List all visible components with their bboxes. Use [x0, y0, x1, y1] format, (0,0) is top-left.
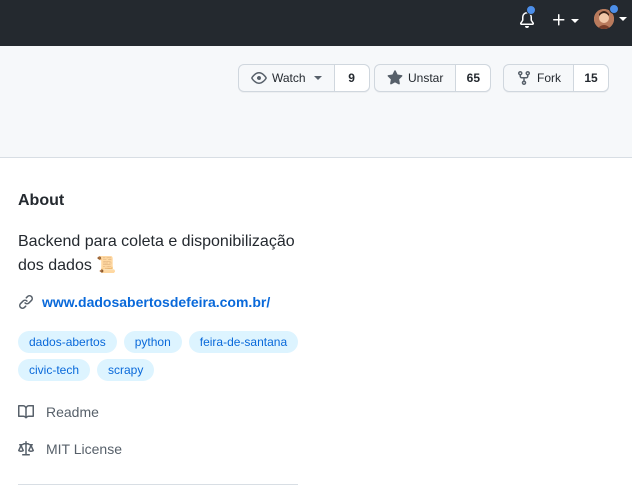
user-menu-button[interactable]	[594, 4, 628, 32]
star-button-group: Unstar 65	[374, 64, 492, 92]
chevron-down-icon	[571, 19, 579, 23]
watch-button-group: Watch 9	[238, 64, 370, 92]
repo-description: Backend para coleta e disponibilização d…	[18, 233, 295, 274]
scale-icon	[18, 441, 34, 456]
fork-label: Fork	[537, 71, 561, 85]
user-status-indicator	[609, 4, 619, 14]
notifications-button[interactable]	[516, 5, 538, 31]
unstar-button[interactable]: Unstar	[375, 65, 455, 91]
topic-tag[interactable]: feira-de-santana	[188, 331, 299, 353]
topic-tag[interactable]: civic-tech	[18, 359, 91, 381]
topic-tag[interactable]: dados-abertos	[18, 331, 117, 353]
book-icon	[18, 404, 34, 419]
readme-label: Readme	[46, 404, 99, 420]
star-icon	[387, 70, 403, 85]
website-row: www.dadosabertosdefeira.com.br/	[18, 294, 270, 310]
watch-button[interactable]: Watch	[239, 65, 334, 91]
fork-count[interactable]: 15	[573, 65, 608, 91]
divider	[18, 484, 298, 485]
plus-icon	[553, 14, 565, 26]
notification-indicator	[526, 5, 536, 15]
topics-list: dados-abertos python feira-de-santana ci…	[18, 331, 308, 381]
fork-button-group: Fork 15	[503, 64, 609, 92]
fork-icon	[518, 71, 530, 86]
chevron-down-icon	[619, 17, 627, 21]
license-link[interactable]: MIT License	[18, 441, 122, 457]
eye-icon	[251, 72, 267, 84]
about-heading: About	[18, 192, 65, 209]
watch-label: Watch	[272, 71, 306, 85]
link-icon	[18, 294, 34, 310]
readme-link[interactable]: Readme	[18, 404, 99, 420]
chevron-down-icon	[313, 76, 322, 80]
watch-count[interactable]: 9	[333, 65, 369, 91]
create-new-button[interactable]	[551, 10, 581, 30]
fork-button[interactable]: Fork	[504, 65, 573, 91]
license-label: MIT License	[46, 441, 122, 457]
topic-tag[interactable]: python	[123, 331, 182, 353]
repo-header: Watch 9 Unstar 65 Fork 15	[0, 46, 632, 158]
unstar-label: Unstar	[408, 71, 444, 85]
star-count[interactable]: 65	[455, 65, 491, 91]
top-nav-bar	[0, 0, 632, 46]
website-link[interactable]: www.dadosabertosdefeira.com.br/	[42, 294, 270, 310]
topic-tag[interactable]: scrapy	[97, 359, 155, 381]
